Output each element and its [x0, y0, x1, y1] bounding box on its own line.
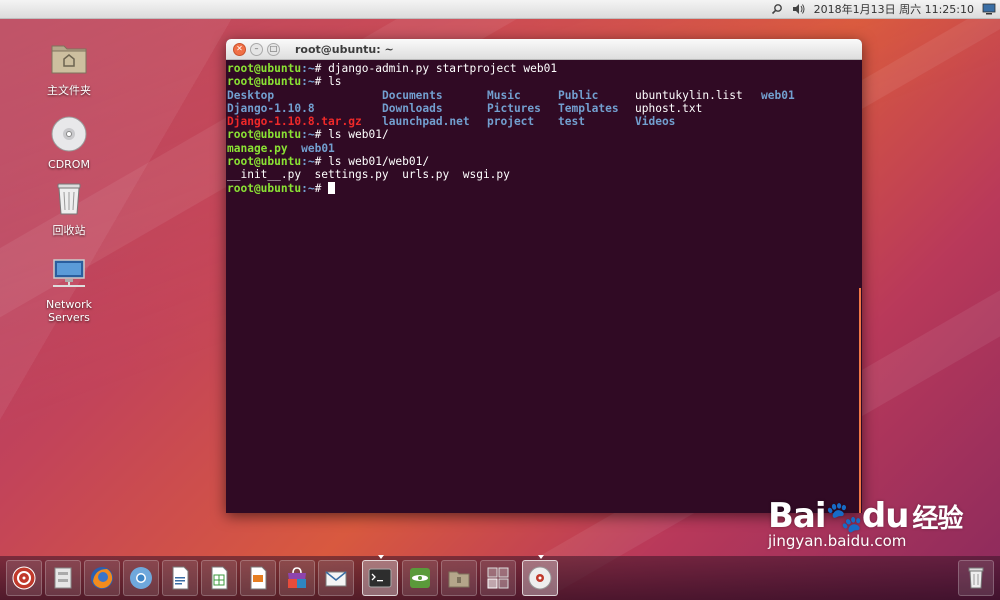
cdrom-launcher-icon[interactable]: [522, 555, 558, 596]
archive-icon[interactable]: [441, 560, 477, 596]
desktop-icon-cdrom[interactable]: CDROM: [24, 114, 114, 171]
minimize-button[interactable]: –: [250, 42, 263, 56]
terminal-line: __init__.py settings.py urls.py wsgi.py: [227, 168, 510, 182]
desktop-icon-label: CDROM: [48, 158, 90, 171]
top-panel: 2018年1月13日 周六 11:25:10: [0, 0, 1000, 19]
chromium-icon[interactable]: [123, 560, 159, 596]
watermark-brand-mid: du: [861, 496, 910, 536]
maximize-icon: □: [269, 44, 278, 53]
home-folder-icon: [49, 38, 89, 78]
close-icon: ✕: [236, 44, 243, 53]
firefox-icon[interactable]: [84, 560, 120, 596]
trash-icon: [49, 178, 89, 218]
ls-output-row: Desktop Documents Music Public ubuntukylin.l…: [227, 88, 795, 102]
trash-launcher-icon[interactable]: [958, 560, 994, 596]
libreoffice-impress-icon[interactable]: [240, 560, 276, 596]
baidu-watermark: Bai🐾du 经验 jingyan.baidu.com: [768, 496, 963, 550]
ls-output-row: Django-1.10.8 Downloads Pictures Templates u…: [227, 101, 703, 115]
ls-output-row: Django-1.10.8.tar.gz launchpad.net project…: [227, 115, 676, 129]
desktop-icon-label: 回收站: [52, 224, 86, 237]
maximize-button[interactable]: □: [267, 42, 280, 56]
terminal-line: root@ubuntu:~# ls web01/web01/: [227, 155, 430, 169]
volume-indicator[interactable]: [792, 3, 806, 15]
terminal-scrollbar[interactable]: [859, 288, 861, 513]
session-indicator[interactable]: [982, 3, 996, 15]
clock[interactable]: 2018年1月13日 周六 11:25:10: [814, 1, 974, 17]
libreoffice-calc-icon[interactable]: [201, 560, 237, 596]
watermark-brand-cn: 经验: [912, 504, 963, 534]
clock-datetime: 2018年1月13日 周六 11:25:10: [813, 3, 974, 16]
ubuntu-kylin-home-icon[interactable]: [6, 560, 42, 596]
terminal-line: manage.py web01: [227, 141, 335, 155]
terminal-window[interactable]: ✕ – □ root@ubuntu: ~ root@ubuntu:~# djan…: [226, 39, 862, 513]
file-manager-icon[interactable]: [45, 560, 81, 596]
search-indicator[interactable]: [770, 3, 784, 15]
close-button[interactable]: ✕: [233, 42, 246, 56]
desktop-icon-home[interactable]: 主文件夹: [24, 38, 114, 98]
terminal-icon[interactable]: [362, 555, 398, 596]
minimize-icon: –: [254, 44, 259, 53]
launcher-dock: [0, 555, 1000, 600]
text-cursor: [328, 181, 336, 194]
terminal-line: root@ubuntu:~# ls web01/: [227, 128, 389, 142]
terminal-titlebar[interactable]: ✕ – □ root@ubuntu: ~: [226, 39, 862, 60]
running-indicator: [538, 555, 544, 559]
desktop-icon-label: 主文件夹: [47, 84, 91, 97]
window-title: root@ubuntu: ~: [295, 42, 394, 56]
desktop-icon-network-servers[interactable]: Network Servers: [24, 254, 114, 324]
search-icon: [770, 3, 784, 15]
workspace-switcher-icon[interactable]: [480, 560, 516, 596]
libreoffice-writer-icon[interactable]: [162, 560, 198, 596]
network-tool-icon[interactable]: [402, 560, 438, 596]
terminal-prompt-line: root@ubuntu:~#: [227, 181, 862, 195]
speaker-icon: [792, 3, 806, 15]
paw-icon: 🐾: [825, 500, 863, 535]
desktop-icon-label: Network Servers: [46, 298, 92, 324]
software-center-icon[interactable]: [279, 560, 315, 596]
cdrom-icon: [49, 114, 89, 154]
computer-icon: [982, 3, 996, 15]
mail-icon[interactable]: [318, 560, 354, 596]
terminal-line: root@ubuntu:~# ls: [227, 75, 342, 89]
desktop-icon-trash[interactable]: 回收站: [24, 178, 114, 238]
terminal-line: root@ubuntu:~# django-admin.py startproj…: [227, 62, 558, 75]
network-servers-icon: [49, 254, 89, 294]
terminal-output[interactable]: root@ubuntu:~# django-admin.py startproj…: [226, 60, 862, 195]
watermark-brand: Bai: [768, 496, 827, 536]
running-indicator: [378, 555, 384, 559]
